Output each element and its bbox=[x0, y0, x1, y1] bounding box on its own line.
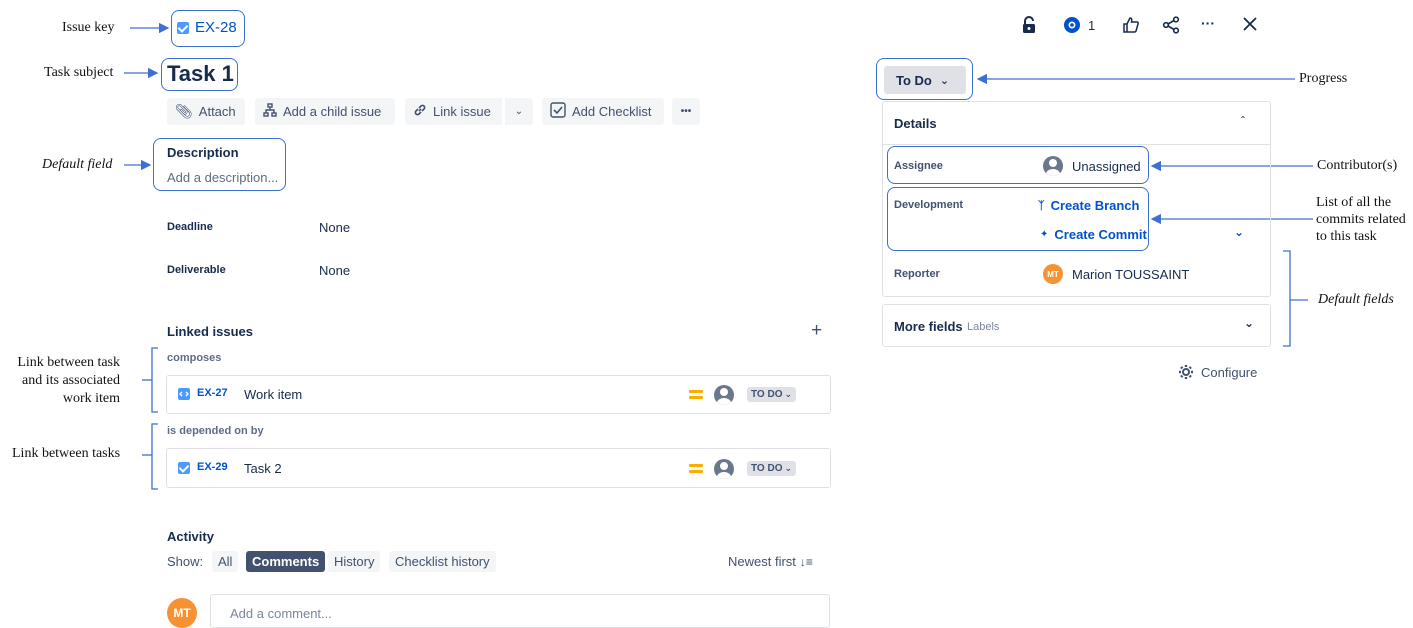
linked-issue-summary[interactable]: Work item bbox=[244, 387, 302, 402]
annotation-issue-key: Issue key bbox=[62, 20, 115, 35]
sort-icon: ↓≡ bbox=[799, 554, 813, 569]
status-lozenge[interactable]: TO DO ⌄ bbox=[747, 461, 797, 476]
deliverable-label: Deliverable bbox=[167, 264, 226, 276]
subtask-icon bbox=[178, 388, 190, 400]
linked-issue-row[interactable]: EX-27 Work item TO DO ⌄ bbox=[166, 375, 831, 414]
more-icon[interactable]: ··· bbox=[1201, 15, 1215, 31]
attach-button[interactable]: 📎︎ Attach bbox=[167, 98, 245, 125]
tab-history[interactable]: History bbox=[328, 551, 381, 572]
annotation-link-tasks: Link between tasks bbox=[12, 446, 121, 461]
add-linked-issue-button[interactable]: + bbox=[811, 320, 822, 342]
checklist-icon bbox=[550, 102, 566, 121]
reporter-value[interactable]: Marion TOUSSAINT bbox=[1072, 267, 1189, 282]
unassigned-avatar-icon bbox=[714, 385, 734, 405]
commit-icon: ✦ bbox=[1040, 229, 1049, 240]
task-checkbox-icon bbox=[177, 22, 189, 34]
paperclip-icon: 📎︎ bbox=[175, 103, 193, 119]
chevron-down-icon: ⌄ bbox=[784, 463, 793, 473]
deliverable-value[interactable]: None bbox=[319, 263, 350, 278]
assignee-label: Assignee bbox=[894, 160, 943, 172]
tab-comments[interactable]: Comments bbox=[246, 551, 326, 572]
annotation-commits: List of all the commits related to this … bbox=[1316, 195, 1406, 244]
activity-show-label: Show: bbox=[167, 554, 204, 569]
unassigned-avatar-icon bbox=[1043, 156, 1063, 176]
description-label: Description bbox=[167, 145, 239, 160]
reporter-label: Reporter bbox=[894, 268, 940, 280]
linked-issue-key[interactable]: EX-29 bbox=[197, 461, 228, 473]
chevron-down-icon: ⌄ bbox=[939, 74, 950, 87]
more-actions-button[interactable]: ••• bbox=[672, 98, 700, 125]
annotation-default-fields: Default fields bbox=[1318, 292, 1394, 307]
description-field[interactable]: Add a description... bbox=[167, 170, 278, 185]
annotation-link-task-work: Link between task and its associated wor… bbox=[17, 355, 120, 406]
linked-issue-key[interactable]: EX-27 bbox=[197, 387, 228, 399]
watch-button[interactable]: 1 bbox=[1062, 17, 1095, 33]
priority-medium-icon bbox=[689, 390, 703, 400]
create-branch-link[interactable]: ᛉ Create Branch bbox=[1038, 198, 1139, 213]
configure-button[interactable]: Configure bbox=[1178, 364, 1257, 380]
issue-key-link[interactable]: EX-28 bbox=[195, 19, 237, 36]
annotation-task-subject: Task subject bbox=[44, 65, 114, 80]
activity-title: Activity bbox=[167, 529, 214, 544]
sort-order-button[interactable]: Newest first ↓≡ bbox=[728, 554, 813, 569]
assignee-value[interactable]: Unassigned bbox=[1072, 159, 1141, 174]
deadline-label: Deadline bbox=[167, 221, 213, 233]
comment-input[interactable]: Add a comment... bbox=[210, 594, 830, 628]
unassigned-avatar-icon bbox=[714, 459, 734, 479]
share-icon[interactable] bbox=[1162, 16, 1180, 37]
lock-icon[interactable] bbox=[1022, 16, 1036, 37]
hierarchy-icon bbox=[263, 103, 277, 120]
priority-medium-icon bbox=[689, 464, 703, 474]
chevron-up-icon: ˆ bbox=[1241, 114, 1245, 128]
tab-all[interactable]: All bbox=[212, 551, 239, 572]
gear-icon bbox=[1179, 365, 1193, 379]
add-checklist-button[interactable]: Add Checklist bbox=[542, 98, 664, 125]
chevron-down-icon: ⌄ bbox=[1244, 316, 1255, 330]
more-fields-panel[interactable]: More fields Labels ⌄ bbox=[882, 304, 1271, 347]
thumbs-up-icon[interactable] bbox=[1122, 16, 1140, 37]
status-lozenge[interactable]: TO DO ⌄ bbox=[747, 387, 797, 402]
link-relation-label: is depended on by bbox=[167, 425, 264, 437]
avatar: MT bbox=[1043, 264, 1063, 284]
development-label: Development bbox=[894, 199, 964, 211]
avatar: MT bbox=[167, 598, 197, 628]
link-issue-button[interactable]: Link issue bbox=[405, 98, 502, 125]
chevron-down-icon: ⌄ bbox=[514, 106, 524, 117]
details-header[interactable]: Details ˆ bbox=[883, 102, 1270, 145]
deadline-value[interactable]: None bbox=[319, 220, 350, 235]
more-icon: ••• bbox=[680, 106, 692, 117]
link-icon bbox=[413, 103, 427, 120]
close-icon[interactable] bbox=[1242, 16, 1258, 35]
linked-issue-row[interactable]: EX-29 Task 2 TO DO ⌄ bbox=[166, 448, 831, 488]
add-child-issue-button[interactable]: Add a child issue bbox=[255, 98, 395, 125]
create-commit-link[interactable]: ✦ Create Commit bbox=[1040, 227, 1147, 242]
branch-icon: ᛉ bbox=[1038, 199, 1045, 212]
annotation-progress: Progress bbox=[1299, 71, 1348, 86]
annotation-contributors: Contributor(s) bbox=[1317, 158, 1398, 173]
status-button[interactable]: To Do ⌄ bbox=[884, 66, 966, 94]
chevron-down-icon: ⌄ bbox=[784, 389, 793, 399]
issue-title[interactable]: Task 1 bbox=[167, 61, 234, 87]
link-issue-dropdown[interactable]: ⌄ bbox=[505, 98, 533, 125]
annotation-default-field: Default field bbox=[42, 157, 113, 172]
tab-checklist-history[interactable]: Checklist history bbox=[389, 551, 496, 572]
task-checkbox-icon bbox=[178, 462, 190, 474]
linked-issues-title: Linked issues bbox=[167, 324, 253, 339]
link-relation-label: composes bbox=[167, 352, 222, 364]
chevron-down-icon[interactable]: ⌄ bbox=[1234, 225, 1244, 239]
eye-icon bbox=[1064, 17, 1080, 33]
linked-issue-summary[interactable]: Task 2 bbox=[244, 461, 282, 476]
